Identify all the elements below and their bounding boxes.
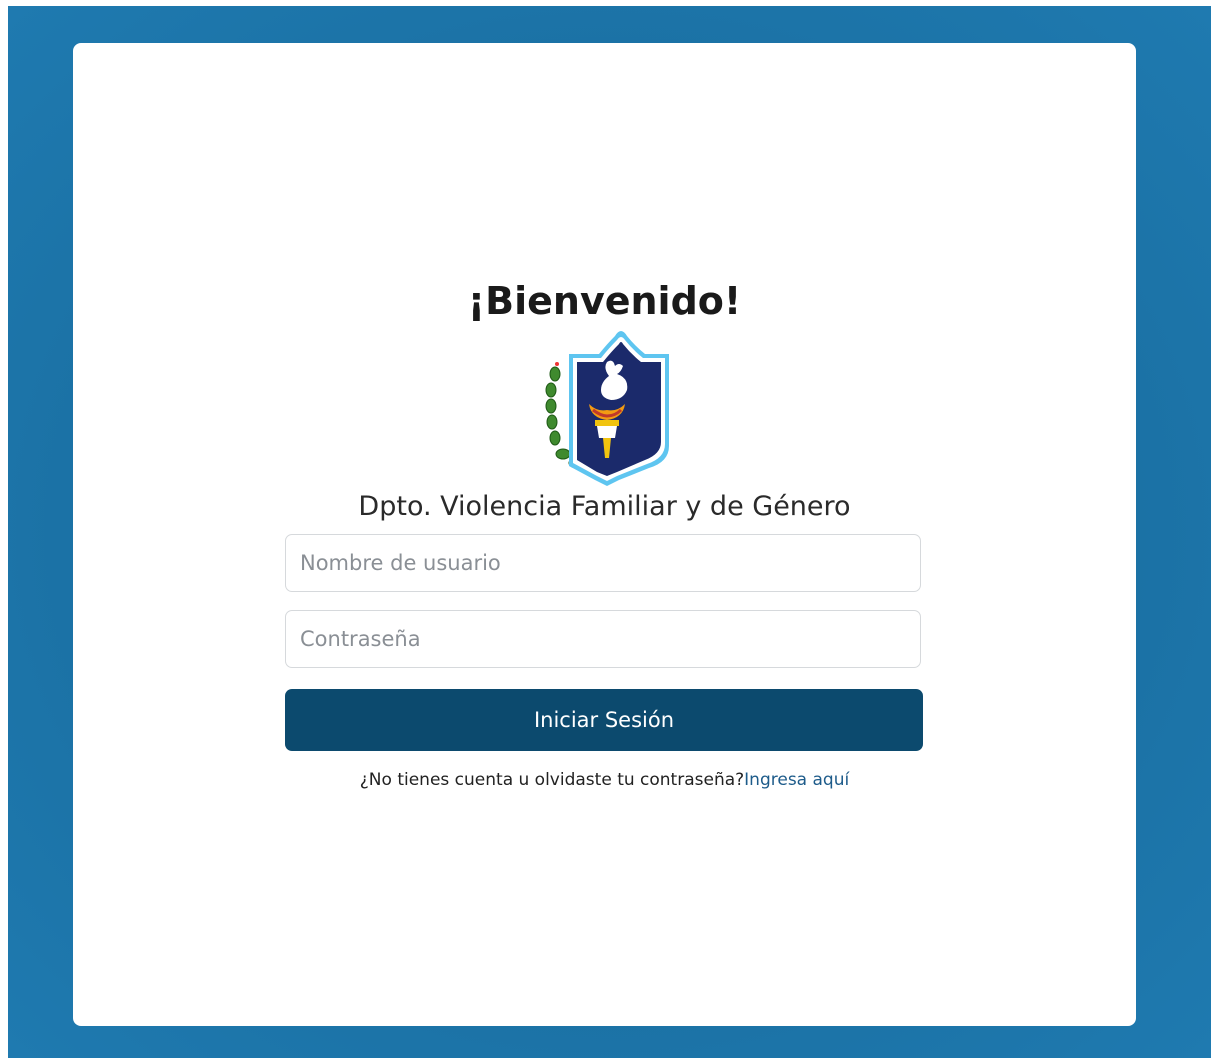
page-background: ¡Bienvenido! Dpto. Violencia Familiar y … [8,6,1211,1058]
help-line: ¿No tienes cuenta u olvidaste tu contras… [73,770,1136,790]
department-name: Dpto. Violencia Familiar y de Género [358,491,851,522]
password-input[interactable] [285,610,921,668]
login-button[interactable]: Iniciar Sesión [285,689,923,751]
help-text: ¿No tienes cuenta u olvidaste tu contras… [359,770,745,790]
welcome-title: ¡Bienvenido! [467,279,742,323]
login-card: ¡Bienvenido! Dpto. Violencia Familiar y … [73,43,1136,1026]
username-input[interactable] [285,534,921,592]
police-shield-logo [545,331,669,486]
register-recover-link[interactable]: Ingresa aquí [744,770,849,790]
